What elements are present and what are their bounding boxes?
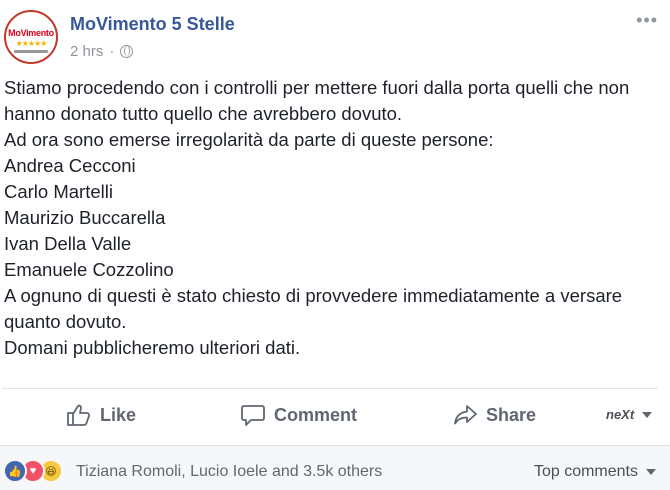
meta-separator: · bbox=[109, 43, 115, 60]
post-line: Ivan Della Valle bbox=[4, 233, 132, 254]
page-avatar[interactable]: MoVimento ★★★★★ bbox=[4, 10, 58, 64]
post-line: Emanuele Cozzolino bbox=[4, 259, 174, 280]
post-line: Carlo Martelli bbox=[4, 181, 113, 202]
comment-button[interactable]: Comment bbox=[240, 403, 357, 427]
like-label: Like bbox=[100, 404, 137, 425]
post-line: Andrea Cecconi bbox=[4, 155, 136, 176]
comment-label: Comment bbox=[274, 404, 358, 425]
post-line: hanno donato tutto quello che avrebbero … bbox=[4, 103, 403, 124]
globe-icon[interactable] bbox=[120, 45, 134, 58]
reaction-icons[interactable]: 👍 ♥ 😆 bbox=[3, 459, 63, 483]
comment-icon bbox=[241, 405, 265, 426]
thumbs-up-icon bbox=[67, 404, 91, 426]
comment-sort-label: Top comments bbox=[533, 463, 638, 480]
like-reaction-icon: 👍 bbox=[3, 459, 27, 483]
reactions-footer: 👍 ♥ 😆 Tiziana Romoli, Lucio Ioele and 3.… bbox=[0, 445, 670, 490]
avatar-subline bbox=[14, 50, 48, 53]
next-logo-text: neXt bbox=[606, 407, 635, 422]
avatar-logo-text: MoVimento bbox=[8, 28, 54, 38]
page-name-link[interactable]: MoVimento 5 Stelle bbox=[70, 14, 235, 35]
post-text: Stiamo procedendo con i controlli per me… bbox=[4, 75, 664, 361]
post-actions-bar: Like Comment Share neXt bbox=[0, 389, 670, 443]
post-line: Maurizio Buccarella bbox=[4, 207, 166, 228]
share-icon bbox=[454, 405, 477, 425]
avatar-stars: ★★★★★ bbox=[15, 39, 48, 48]
chevron-down-icon bbox=[646, 469, 656, 475]
post-line: Stiamo procedendo con i controlli per me… bbox=[4, 77, 630, 98]
post-line: Domani pubblicheremo ulteriori dati. bbox=[4, 337, 301, 358]
post-line: A ognuno di questi è stato chiesto di pr… bbox=[4, 285, 623, 306]
chevron-down-icon bbox=[642, 411, 653, 418]
post-header: MoVimento ★★★★★ MoVimento 5 Stelle 2 hrs… bbox=[0, 0, 670, 70]
post-meta: 2 hrs · bbox=[70, 43, 134, 60]
comment-sort-dropdown[interactable]: Top comments bbox=[534, 463, 656, 481]
post-line: quanto dovuto. bbox=[4, 311, 127, 332]
share-label: Share bbox=[486, 404, 537, 425]
next-app-selector[interactable]: neXt bbox=[606, 407, 653, 422]
like-button[interactable]: Like bbox=[66, 403, 136, 427]
share-button[interactable]: Share bbox=[452, 403, 536, 427]
post-timestamp[interactable]: 2 hrs bbox=[70, 43, 103, 60]
more-options-icon[interactable]: ••• bbox=[636, 10, 658, 31]
reactors-summary[interactable]: Tiziana Romoli, Lucio Ioele and 3.5k oth… bbox=[76, 463, 382, 481]
post-line: Ad ora sono emerse irregolarità da parte… bbox=[4, 129, 494, 150]
